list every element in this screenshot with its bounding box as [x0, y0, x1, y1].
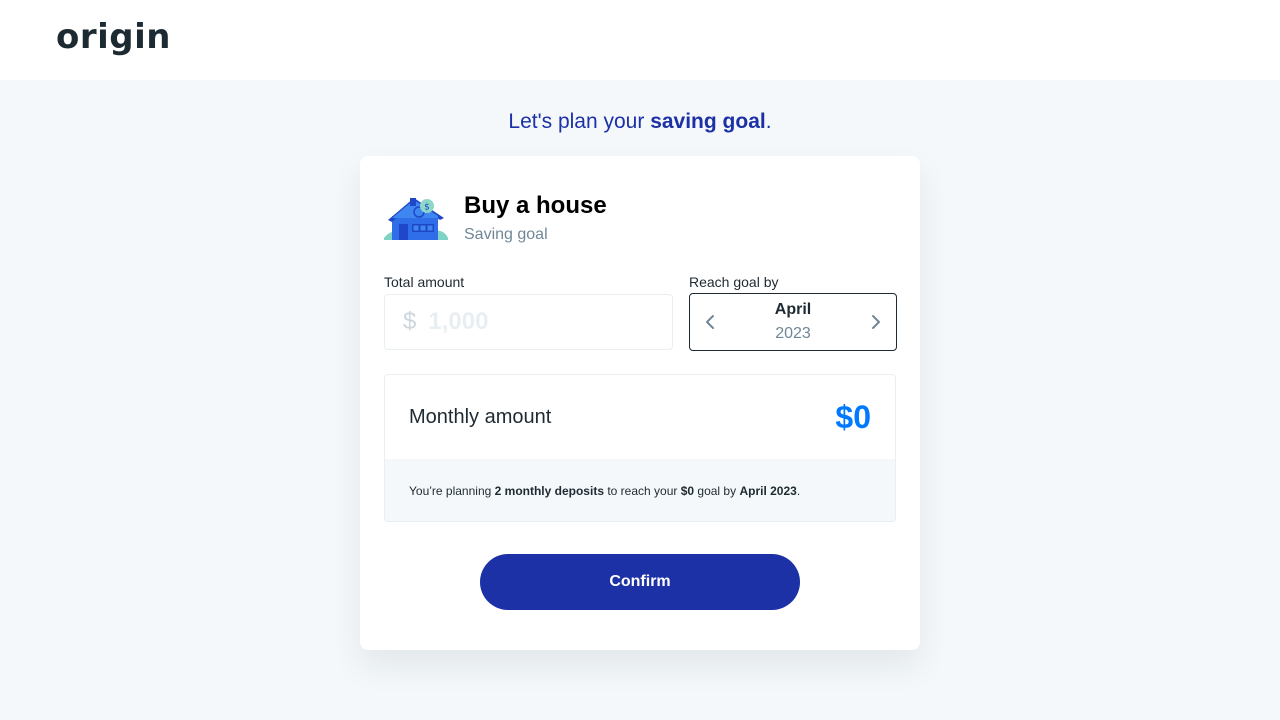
goal-title: Buy a house	[464, 192, 607, 219]
previous-month-button[interactable]	[690, 302, 730, 342]
monthly-amount-value: $0	[835, 398, 871, 435]
reach-goal-date-picker[interactable]: April 2023	[689, 293, 897, 351]
goal-header: $ Buy a house Saving goal	[384, 192, 607, 244]
selected-date: April 2023	[775, 301, 811, 343]
monthly-summary: Monthly amount $0 You’re planning 2 mont…	[384, 374, 896, 522]
selected-month: April	[774, 301, 812, 318]
saving-goal-card: $ Buy a house Saving goal Total amount $…	[360, 156, 920, 650]
top-bar: origin	[0, 0, 1280, 80]
house-icon: $	[384, 198, 448, 240]
headline-highlight: saving goal	[650, 110, 766, 133]
goal-text: Buy a house Saving goal	[464, 192, 607, 244]
summary-deposits: 2 monthly deposits	[494, 484, 604, 498]
headline-suffix: .	[765, 110, 772, 133]
total-amount-label: Total amount	[384, 274, 465, 290]
goal-subtitle: Saving goal	[464, 226, 548, 243]
headline-prefix: Let's plan your	[508, 110, 651, 133]
summary-goal-amount: $0	[680, 484, 695, 498]
summary-description: You’re planning 2 monthly deposits to re…	[385, 459, 895, 521]
monthly-amount-row: Monthly amount $0	[385, 375, 895, 459]
summary-goal-date: April 2023	[739, 484, 797, 498]
confirm-button[interactable]: Confirm	[480, 554, 800, 610]
reach-goal-label: Reach goal by	[689, 274, 779, 290]
summary-text: You’re planning 2 monthly deposits to re…	[409, 484, 800, 498]
summary-text-2: to reach your	[604, 484, 681, 498]
total-amount-input[interactable]	[428, 308, 629, 336]
origin-logo[interactable]: origin	[56, 20, 171, 54]
total-amount-field[interactable]: $	[384, 294, 673, 350]
chevron-left-icon	[706, 315, 714, 329]
selected-year: 2023	[775, 325, 811, 342]
next-month-button[interactable]	[856, 302, 896, 342]
page-headline: Let's plan your saving goal.	[0, 110, 1280, 134]
main-content: Let's plan your saving goal. $ Buy a hou…	[0, 80, 1280, 720]
svg-text:$: $	[424, 203, 430, 213]
summary-text-3: goal by	[694, 484, 740, 498]
summary-text-4: .	[796, 484, 801, 498]
monthly-amount-label: Monthly amount	[409, 405, 552, 428]
summary-text-1: You’re planning	[409, 484, 495, 498]
currency-icon: $	[403, 308, 417, 335]
chevron-right-icon	[871, 315, 880, 329]
